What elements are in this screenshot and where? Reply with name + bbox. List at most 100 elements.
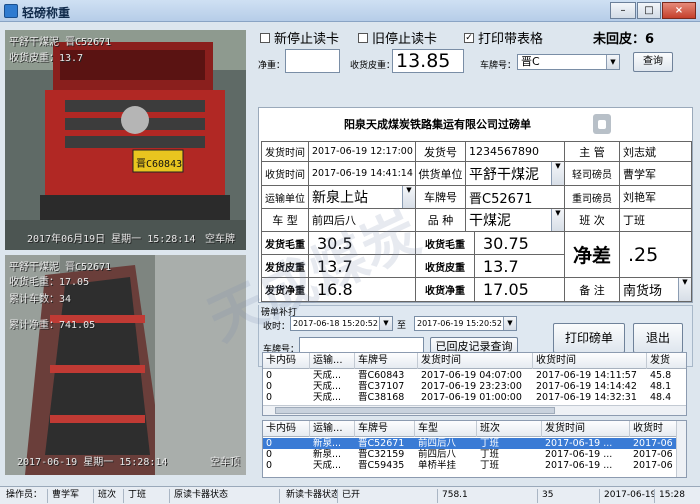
table-cell: 0 <box>266 449 273 460</box>
minimize-button[interactable]: – <box>610 2 636 19</box>
supplier-combo[interactable]: 平舒干煤泥 ▼ <box>465 161 565 186</box>
column-header[interactable]: 车型 <box>415 421 477 437</box>
table-cell: 0 <box>266 392 273 403</box>
column-header[interactable]: 发货时间 <box>542 421 630 437</box>
vehicle-value: 前四后八 <box>308 208 416 232</box>
column-header[interactable]: 收货时间 <box>533 353 647 369</box>
column-header[interactable]: 发货时间 <box>418 353 533 369</box>
table-row[interactable]: 0 天成... 晋C37107 2017-06-19 23:23:00 2017… <box>263 381 686 392</box>
unreturned-count: 未回皮：6 <box>593 28 654 47</box>
send-gross-label: 发货毛重 <box>261 231 309 255</box>
light-weigher-label: 轻司磅员 <box>564 161 620 186</box>
new-reader-status-value: 已开 <box>338 489 438 503</box>
to-date-picker[interactable]: 2017-06-19 15:20:52 ▼ <box>414 316 517 331</box>
shift-label: 班 次 <box>564 208 620 232</box>
tare-label: 收货皮重： <box>350 61 396 71</box>
horizontal-scrollbar[interactable] <box>263 405 686 415</box>
table-cell: 0 <box>266 370 273 381</box>
table-cell: 晋C32159 <box>358 449 405 460</box>
heavy-weigher-label: 重司磅员 <box>564 185 620 209</box>
carrier-label: 运输单位 <box>261 185 309 209</box>
from-date-value: 2017-06-18 15:20:52 <box>293 319 378 328</box>
old-stop-read-checkbox[interactable]: 旧停止读卡 <box>358 28 437 47</box>
checkbox-label: 新停止读卡 <box>274 32 340 47</box>
plate-label: 车牌号： <box>480 61 517 71</box>
operator-label: 操作员： <box>2 489 48 503</box>
recv-tare-label: 收货皮重 <box>415 254 475 278</box>
maximize-button[interactable]: □ <box>637 2 661 19</box>
chevron-down-icon[interactable]: ▼ <box>551 209 564 231</box>
column-header[interactable]: 运输... <box>310 353 355 369</box>
print-table-checkbox[interactable]: ✓ 打印带表格 <box>464 28 543 47</box>
returned-records-grid[interactable]: 卡内码 运输... 车牌号 发货时间 收货时间 发货 0 天成... 晋C608… <box>262 352 687 416</box>
chevron-down-icon[interactable]: ▼ <box>503 317 516 330</box>
table-cell: 2017-06 <box>633 449 673 460</box>
camera-channel: 空车牌 <box>205 234 235 245</box>
table-row[interactable]: 0 天成... 晋C38168 2017-06-19 01:00:00 2017… <box>263 392 686 403</box>
table-cell: 天成... <box>313 392 342 403</box>
carrier-combo[interactable]: 新泉上站 ▼ <box>308 185 416 209</box>
recv-net-value: 17.05 <box>474 277 565 302</box>
table-cell: 新泉... <box>313 438 342 449</box>
shift-value: 丁班 <box>124 489 170 503</box>
table-row[interactable]: 0 天成... 晋C59435 单桥半挂 丁班 2017-06-19 ... 2… <box>263 460 678 471</box>
plate-combo[interactable]: 晋C ▼ <box>517 54 620 70</box>
vehicle-label: 车 型 <box>261 208 309 232</box>
pending-records-grid[interactable]: 卡内码 运输... 车牌号 车型 班次 发货时间 收货时 0 新泉... 晋C5… <box>262 420 687 478</box>
scrollbar-thumb[interactable] <box>275 407 555 414</box>
chevron-down-icon[interactable]: ▼ <box>606 55 619 69</box>
send-time-value: 2017-06-19 12:17:00 <box>308 141 416 162</box>
query-button[interactable]: 查询 <box>633 52 673 72</box>
light-weigher-value: 曹学军 <box>619 161 692 186</box>
close-button[interactable]: × <box>662 2 696 19</box>
print-slip-button[interactable]: 打印磅单 <box>553 323 625 353</box>
net-weight-input[interactable] <box>285 49 340 73</box>
new-stop-read-checkbox[interactable]: 新停止读卡 <box>260 28 339 47</box>
table-cell: 天成... <box>313 460 342 471</box>
checkbox-box[interactable] <box>260 32 270 43</box>
column-header[interactable]: 班次 <box>477 421 542 437</box>
product-combo[interactable]: 干煤泥 ▼ <box>465 208 565 232</box>
chevron-down-icon[interactable]: ▼ <box>402 186 415 208</box>
grid-header: 卡内码 运输... 车牌号 车型 班次 发货时间 收货时 <box>263 421 686 437</box>
camera-overlay-line1: 平舒干煤泥 晋C52671 <box>9 37 112 48</box>
column-header[interactable]: 运输... <box>310 421 355 437</box>
table-row[interactable]: 0 新泉... 晋C32159 前四后八 丁班 2017-06-19 ... 2… <box>263 449 678 460</box>
column-header[interactable]: 发货 <box>647 353 686 369</box>
plate-combo-value: 晋C <box>521 55 540 68</box>
vertical-scrollbar[interactable] <box>676 421 686 477</box>
manager-value: 刘志斌 <box>619 141 692 162</box>
table-cell: 丁班 <box>480 460 500 471</box>
send-gross-value: 30.5 <box>308 231 416 255</box>
remark-combo[interactable]: 南货场 ▼ <box>619 277 692 302</box>
table-cell: 0 <box>266 381 273 392</box>
exit-button[interactable]: 退出 <box>633 323 683 353</box>
table-cell: 2017-06 <box>633 438 673 449</box>
column-header[interactable]: 收货时 <box>630 421 678 437</box>
send-time-label: 发货时间 <box>261 141 309 162</box>
heavy-weigher-value: 刘艳军 <box>619 185 692 209</box>
table-cell: 前四后八 <box>418 449 457 460</box>
shift-value: 丁班 <box>619 208 692 232</box>
table-row-selected[interactable]: 0 新泉... 晋C52671 前四后八 丁班 2017-06-19 ... 2… <box>263 438 678 449</box>
table-row[interactable]: 0 天成... 晋C60843 2017-06-19 04:07:00 2017… <box>263 370 686 381</box>
checkbox-box[interactable] <box>358 32 368 43</box>
send-tare-label: 发货皮重 <box>261 254 309 278</box>
status-date: 2017-06-19 <box>600 489 655 503</box>
camera-overlay-line2: 收货毛重：17.05 <box>9 277 90 288</box>
column-header[interactable]: 卡内码 <box>263 353 310 369</box>
tare-weight-input[interactable]: 13.85 <box>392 49 464 73</box>
chevron-down-icon[interactable]: ▼ <box>379 317 392 330</box>
chevron-down-icon[interactable]: ▼ <box>678 278 691 301</box>
camera-overlay-line4: 累计净重：741.05 <box>9 320 96 331</box>
unreturned-label: 未回皮： <box>593 32 646 47</box>
column-header[interactable]: 车牌号 <box>355 353 418 369</box>
column-header[interactable]: 卡内码 <box>263 421 310 437</box>
table-cell: 晋C52671 <box>358 438 405 449</box>
column-header[interactable]: 车牌号 <box>355 421 415 437</box>
from-date-picker[interactable]: 2017-06-18 15:20:52 ▼ <box>290 316 393 331</box>
chevron-down-icon[interactable]: ▼ <box>551 162 564 185</box>
net-label: 净重： <box>258 61 286 71</box>
net-diff-value: .25 <box>619 231 692 278</box>
checkbox-box[interactable]: ✓ <box>464 32 474 43</box>
